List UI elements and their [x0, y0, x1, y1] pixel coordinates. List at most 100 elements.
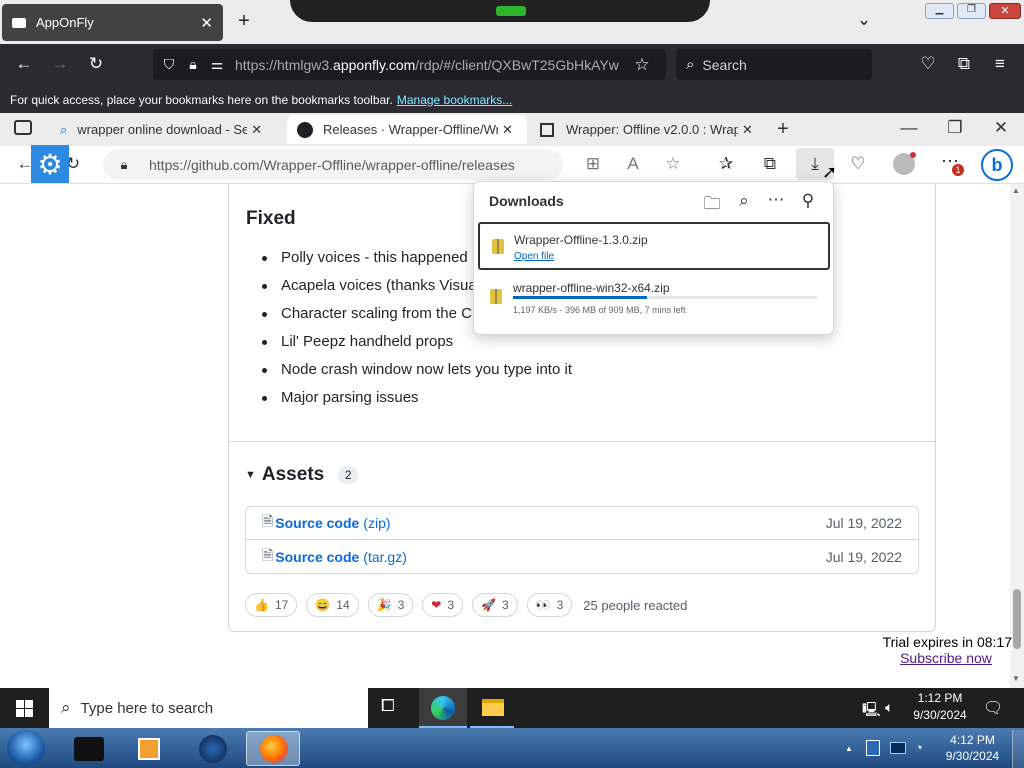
maximize-button[interactable]: ❐ [957, 3, 986, 19]
manage-bookmarks-link[interactable]: Manage bookmarks... [397, 93, 512, 107]
open-folder-icon[interactable]: 🗀 [699, 191, 725, 220]
more-options-icon[interactable]: ⋯ [763, 190, 789, 210]
edge-url-bar[interactable]: 🔒︎ https://github.com/Wrapper-Offline/wr… [103, 149, 563, 180]
firefox-tab-apponfly[interactable]: AppOnFly ✕ [2, 4, 223, 41]
edge-restore-icon[interactable]: ❐ [942, 118, 968, 138]
edge-app-icon [431, 696, 455, 720]
divider [229, 441, 935, 442]
taskbar-clock[interactable]: 1:12 PM 9/30/2024 [905, 690, 975, 724]
add-favorite-icon[interactable]: ☆ [660, 154, 686, 174]
edge-close-icon[interactable]: ✕ [988, 118, 1014, 138]
shield-icon[interactable]: ⛉ [157, 56, 181, 73]
assets-toggle[interactable]: ▼ Assets 2 [245, 464, 359, 486]
page-scrollbar[interactable]: ▼ ▲ [1010, 184, 1024, 688]
download-item-completed[interactable]: Wrapper-Offline-1.3.0.zip Open file [478, 222, 830, 270]
taskbar-app-3[interactable] [186, 731, 240, 766]
new-tab-icon[interactable]: + [232, 10, 256, 33]
close-tab-icon[interactable]: ✕ [502, 122, 513, 138]
extensions-icon[interactable]: ⧉ [952, 54, 976, 74]
collections-icon[interactable]: ⧉ [757, 154, 783, 174]
download-progress-track [513, 296, 817, 299]
downloads-flyout: Downloads 🗀 ⌕ ⋯ ⚲ Wrapper-Offline-1.3.0.… [473, 181, 834, 335]
bookmark-star-icon[interactable]: ☆ [630, 55, 654, 75]
taskbar-search-box[interactable]: ⌕ Type here to search [49, 688, 368, 728]
volume-icon[interactable]: 🔈︎ [885, 699, 893, 716]
scrollbar-thumb[interactable] [1013, 589, 1021, 649]
reaction-eyes[interactable]: 👀 3 [526, 593, 573, 617]
firefox-app-icon [260, 735, 288, 763]
subscribe-link[interactable]: Subscribe now [872, 650, 1012, 666]
tray-bluetooth-icon[interactable] [866, 740, 880, 756]
firefox-url-bar[interactable]: ⛉ 🔒︎ ⚌ https://htmlgw3.apponfly.com/rdp/… [153, 49, 666, 80]
permissions-icon[interactable]: ⚌ [205, 56, 229, 73]
back-arrow-icon[interactable]: ← [12, 54, 36, 74]
bing-copilot-icon[interactable]: b [981, 149, 1013, 181]
edge-tab-search[interactable]: ⌕ wrapper online download - Search ✕ [50, 115, 280, 144]
close-tab-icon[interactable]: ✕ [742, 122, 753, 138]
show-desktop-button[interactable] [1012, 730, 1024, 768]
assets-list: 🗎 Source code (zip) Jul 19, 2022 🗎 Source… [245, 506, 919, 574]
reaction-rocket[interactable]: 🚀 3 [472, 593, 518, 617]
asset-link-targz[interactable]: Source code (tar.gz) [275, 549, 407, 565]
taskbar-firefox-button[interactable] [246, 731, 300, 766]
notifications-icon[interactable]: 🗨︎ [983, 698, 1003, 718]
taskbar-app-2[interactable] [122, 731, 176, 766]
windows-start-icon[interactable] [16, 700, 33, 717]
zip-file-icon [490, 289, 502, 304]
reload-icon[interactable]: ↻ [84, 54, 108, 74]
download-item-in-progress[interactable]: wrapper-offline-win32-x64.zip 1,197 KB/s… [478, 274, 830, 322]
read-aloud-icon[interactable]: A [620, 154, 646, 174]
edge-tab-releases[interactable]: Releases · Wrapper-Offline/Wrapper ✕ [287, 115, 527, 144]
minimize-button[interactable]: ▁ [925, 3, 954, 19]
forward-arrow-icon[interactable]: → [48, 54, 72, 74]
windows-orb-start-icon[interactable] [7, 730, 45, 766]
edge-minimize-icon[interactable]: — [896, 118, 922, 138]
list-item: Acapela voices (thanks Visua [262, 277, 477, 294]
menu-hamburger-icon[interactable]: ≡ [988, 54, 1012, 74]
task-view-icon[interactable]: ⧠ [381, 696, 395, 716]
pocket-icon[interactable]: ♡ [916, 54, 940, 74]
scroll-down-icon[interactable]: ▼ [1012, 674, 1020, 683]
close-window-button[interactable]: ✕ [989, 3, 1021, 19]
favorites-icon[interactable]: ✰ [713, 154, 739, 174]
edge-tab-label: wrapper online download - Search [77, 122, 248, 137]
host-clock-date: 9/30/2024 [945, 749, 1000, 763]
tab-actions-icon[interactable] [14, 120, 32, 135]
taskbar-app-1[interactable] [62, 731, 116, 766]
apponfly-settings-gear-icon[interactable]: ⚙ [31, 145, 69, 183]
scroll-up-icon[interactable]: ▲ [1012, 186, 1020, 195]
file-explorer-icon [482, 699, 504, 716]
close-tab-icon[interactable]: ✕ [200, 14, 213, 32]
search-downloads-icon[interactable]: ⌕ [731, 191, 757, 211]
notification-badge: 1 [952, 164, 964, 176]
app-available-icon[interactable]: ⊞ [580, 154, 606, 174]
table-row: 🗎 Source code (tar.gz) Jul 19, 2022 [246, 540, 918, 573]
profile-sync-dot [910, 152, 916, 158]
trial-notice: Trial expires in 08:17 Subscribe now [872, 634, 1012, 666]
open-file-link[interactable]: Open file [514, 251, 554, 262]
reaction-thumbs-up[interactable]: 👍 17 [245, 593, 298, 617]
reaction-heart[interactable]: ❤ 3 [422, 593, 464, 617]
list-tabs-chevron-icon[interactable]: ⌄ [852, 10, 876, 30]
host-clock[interactable]: 4:12 PM 9/30/2024 [940, 732, 1005, 764]
assets-count-badge: 2 [338, 466, 359, 484]
show-hidden-icons-icon[interactable]: ▲ [845, 744, 853, 753]
new-tab-icon[interactable]: + [770, 118, 796, 141]
clock-date: 9/30/2024 [913, 708, 967, 722]
lock-icon[interactable]: 🔒︎ [181, 56, 205, 73]
browser-essentials-icon[interactable]: ♡ [845, 154, 871, 174]
edge-tab-archive[interactable]: Wrapper: Offline v2.0.0 : Wrapper ✕ [530, 115, 770, 144]
reaction-hooray[interactable]: 🎉 3 [367, 593, 414, 617]
firefox-search-bar[interactable]: ⌕ Search [676, 49, 872, 80]
close-tab-icon[interactable]: ✕ [251, 122, 262, 138]
reaction-laugh[interactable]: 😄 14 [306, 593, 359, 617]
network-icon[interactable]: 🖳 [862, 699, 881, 723]
tray-display-icon[interactable] [890, 742, 906, 754]
lock-icon[interactable]: 🔒︎ [111, 157, 137, 173]
globe-app-icon [199, 735, 227, 763]
asset-link-zip[interactable]: Source code (zip) [275, 515, 390, 531]
search-icon: ⌕ [61, 698, 71, 717]
tray-network-icon[interactable]: ◔ [915, 740, 923, 755]
url-path: /rdp/#/client/QXBwT25GbHkAYw [415, 56, 619, 73]
pin-icon[interactable]: ⚲ [795, 191, 821, 211]
